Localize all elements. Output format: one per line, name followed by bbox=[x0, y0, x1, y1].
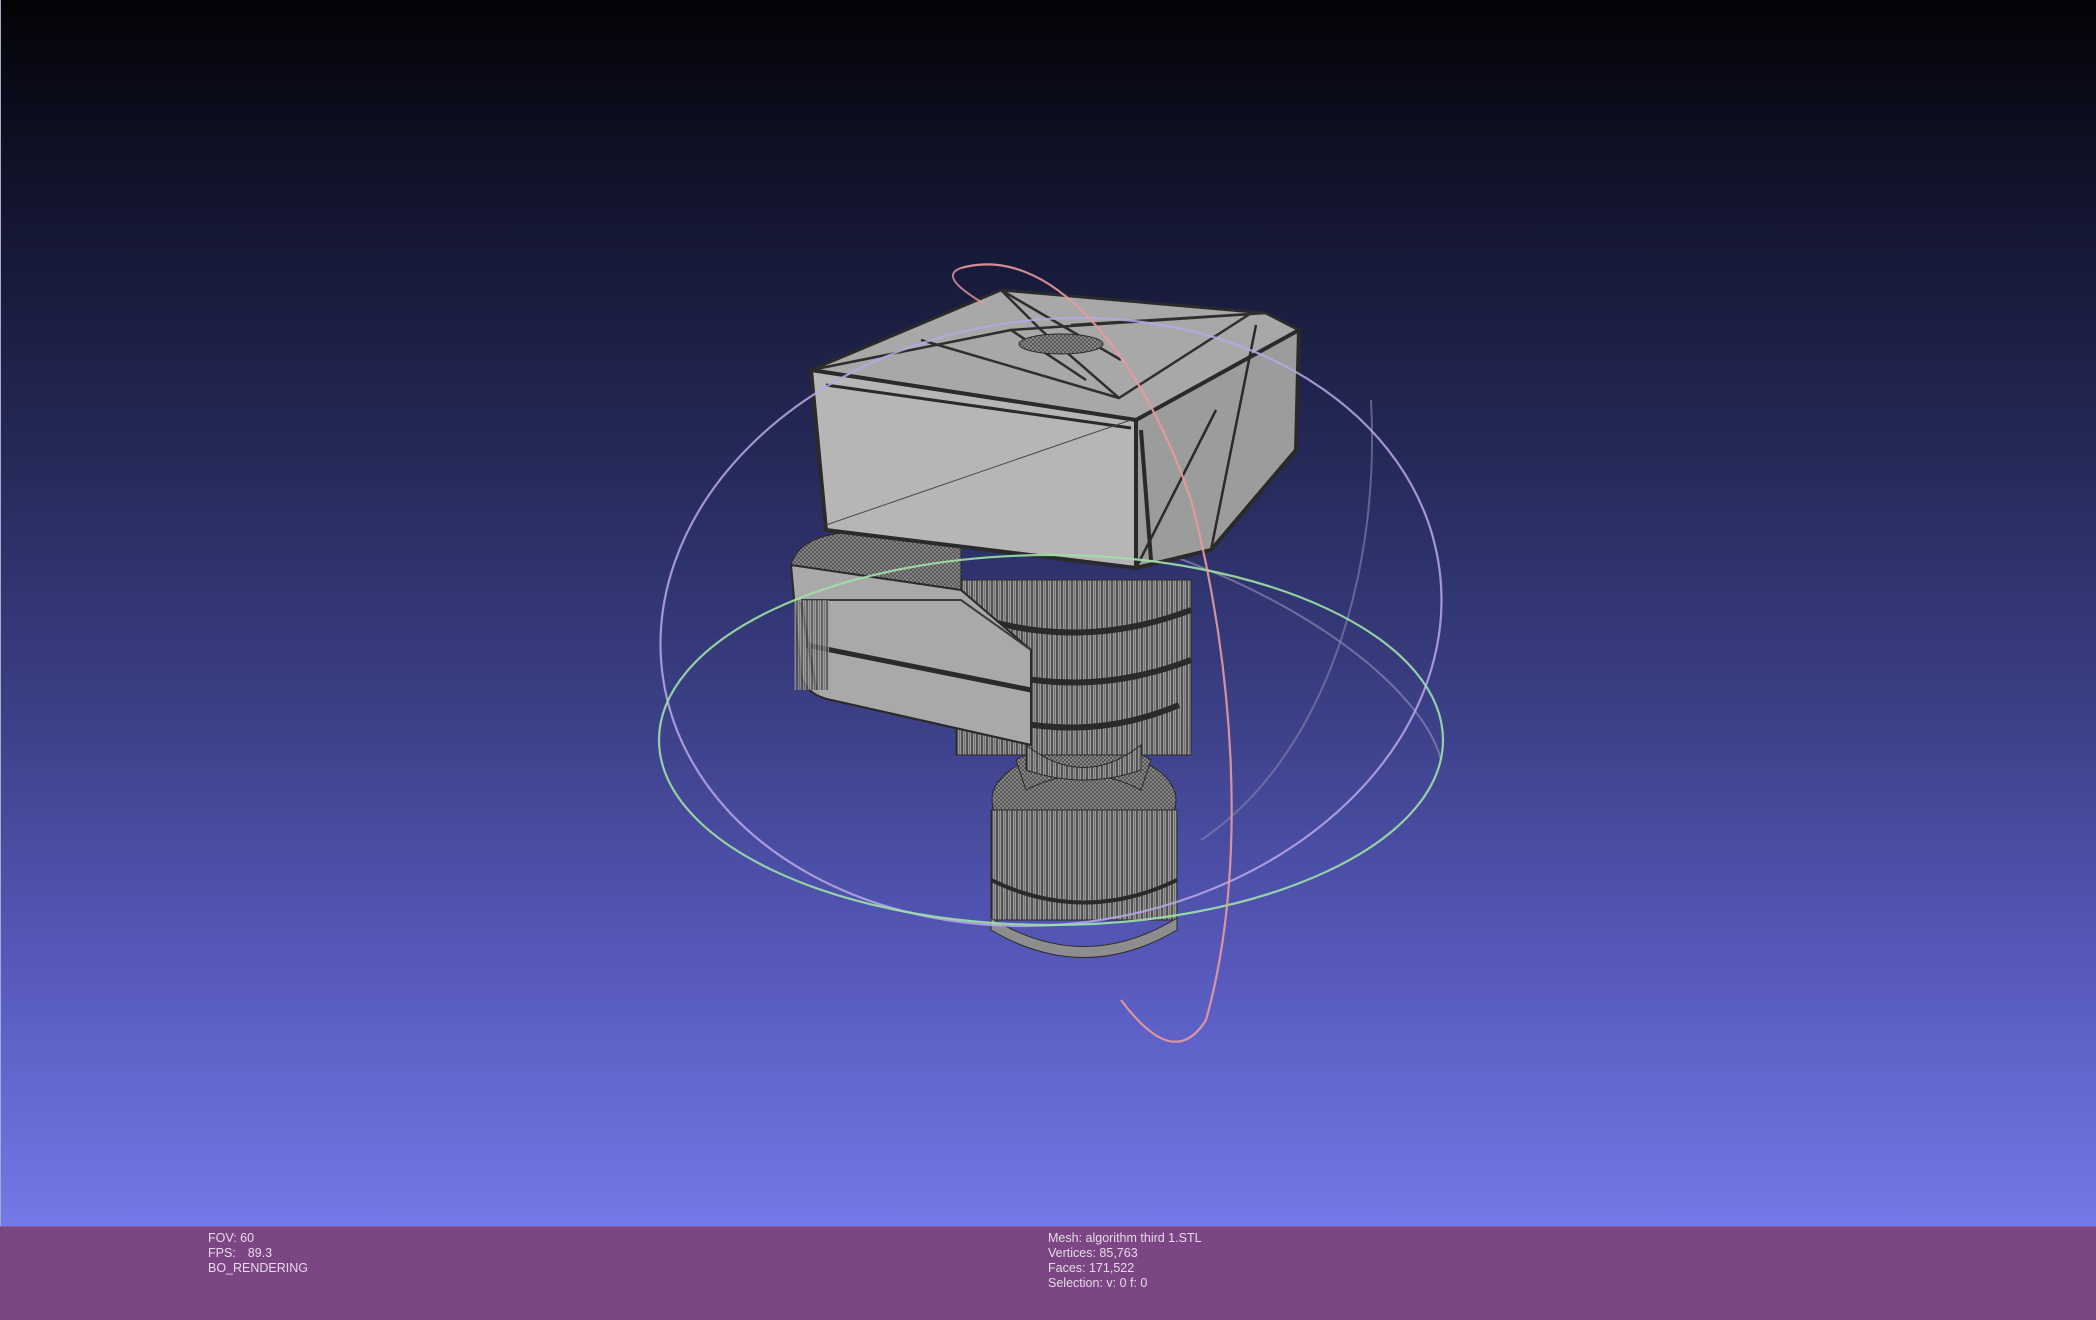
selection-text: Selection: v: 0 f: 0 bbox=[1048, 1276, 1148, 1290]
fps-line: FPS: 89.3 bbox=[208, 1246, 308, 1261]
mesh-scene[interactable] bbox=[1, 0, 2096, 1226]
top-box bbox=[805, 288, 1303, 571]
fps-value: 89.3 bbox=[247, 1246, 273, 1260]
fps-label: FPS: bbox=[208, 1246, 236, 1260]
mesh-info: Mesh: algorithm third 1.STL Vertices: 85… bbox=[1048, 1231, 1202, 1291]
3d-viewport[interactable] bbox=[0, 0, 2096, 1226]
faces-text: Faces: 171,522 bbox=[1048, 1261, 1135, 1275]
render-info: FOV: 60 FPS: 89.3 BO_RENDERING bbox=[208, 1231, 308, 1276]
side-block bbox=[789, 531, 1032, 747]
vertices-text: Vertices: 85,763 bbox=[1048, 1246, 1138, 1260]
info-bar: FOV: 60 FPS: 89.3 BO_RENDERING Mesh: algo… bbox=[0, 1226, 2096, 1320]
mesh-name-text: Mesh: algorithm third 1.STL bbox=[1048, 1231, 1202, 1245]
fov-text: FOV: 60 bbox=[208, 1231, 255, 1245]
render-mode-text: BO_RENDERING bbox=[208, 1261, 309, 1275]
